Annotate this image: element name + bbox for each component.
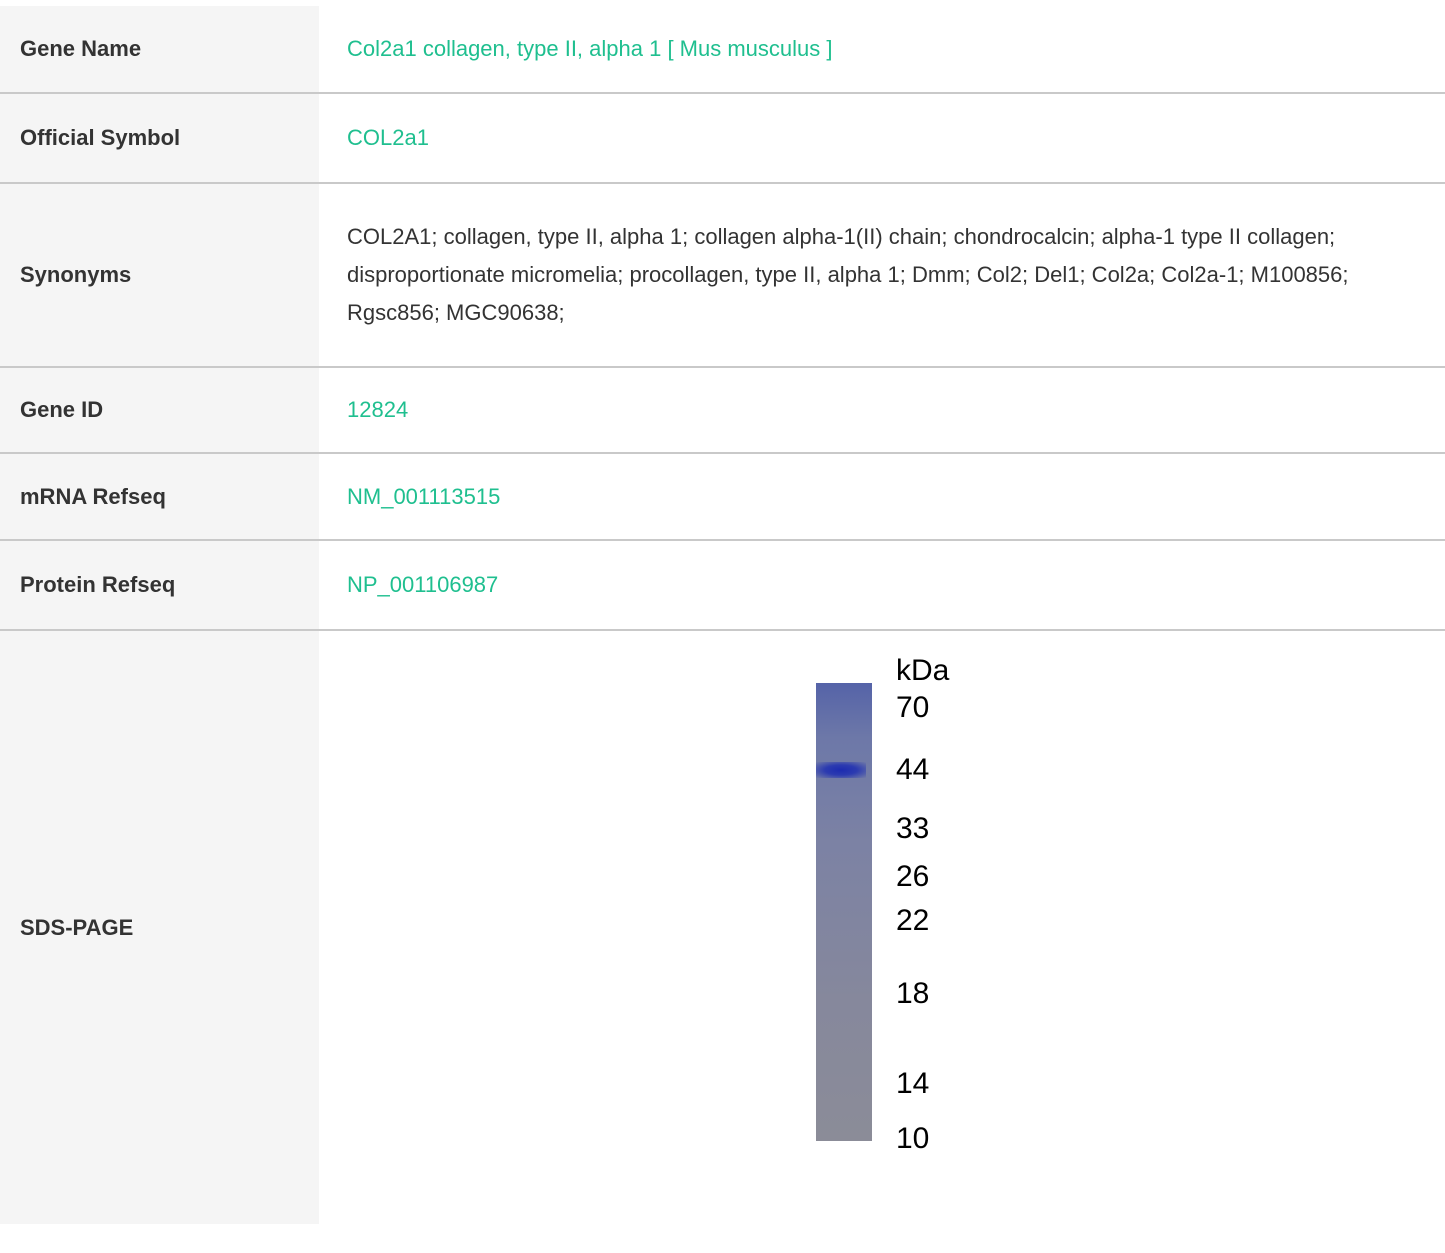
gel-unit-label: kDa bbox=[896, 654, 950, 687]
table-row-sds-page: SDS-PAGE kDa 70 44 33 26 22 18 14 10 bbox=[0, 630, 1445, 1224]
marker-label-26: 26 bbox=[896, 860, 930, 893]
marker-label-18: 18 bbox=[896, 977, 930, 1010]
gene-id-link[interactable]: 12824 bbox=[347, 397, 408, 422]
table-row-gene-name: Gene Name Col2a1 collagen, type II, alph… bbox=[0, 6, 1445, 93]
synonyms-label: Synonyms bbox=[0, 183, 319, 367]
table-row-official-symbol: Official Symbol COL2a1 bbox=[0, 93, 1445, 183]
protein-refseq-label: Protein Refseq bbox=[0, 540, 319, 630]
protein-refseq-link[interactable]: NP_001106987 bbox=[347, 572, 498, 597]
synonyms-value: COL2A1; collagen, type II, alpha 1; coll… bbox=[347, 224, 1349, 325]
sds-page-label: SDS-PAGE bbox=[0, 630, 319, 1224]
official-symbol-link[interactable]: COL2a1 bbox=[347, 125, 429, 150]
marker-label-70: 70 bbox=[896, 691, 930, 724]
official-symbol-label: Official Symbol bbox=[0, 93, 319, 183]
marker-label-10: 10 bbox=[896, 1122, 930, 1155]
table-row-synonyms: Synonyms COL2A1; collagen, type II, alph… bbox=[0, 183, 1445, 367]
gene-id-label: Gene ID bbox=[0, 367, 319, 453]
gene-name-label: Gene Name bbox=[0, 6, 319, 93]
mrna-refseq-link[interactable]: NM_001113515 bbox=[347, 484, 500, 509]
table-row-mrna-refseq: mRNA Refseq NM_001113515 bbox=[0, 453, 1445, 540]
mrna-refseq-label: mRNA Refseq bbox=[0, 453, 319, 540]
gene-name-link[interactable]: Col2a1 collagen, type II, alpha 1 [ Mus … bbox=[347, 36, 832, 61]
table-row-gene-id: Gene ID 12824 bbox=[0, 367, 1445, 453]
gene-info-table: Gene Name Col2a1 collagen, type II, alph… bbox=[0, 6, 1445, 1224]
gel-lane bbox=[816, 683, 872, 1141]
marker-label-14: 14 bbox=[896, 1067, 930, 1100]
marker-label-44: 44 bbox=[896, 753, 930, 786]
gel-band bbox=[816, 762, 866, 778]
marker-label-22: 22 bbox=[896, 904, 930, 937]
table-row-protein-refseq: Protein Refseq NP_001106987 bbox=[0, 540, 1445, 630]
marker-label-33: 33 bbox=[896, 812, 930, 845]
sds-page-gel-image: kDa 70 44 33 26 22 18 14 10 bbox=[795, 648, 969, 1170]
